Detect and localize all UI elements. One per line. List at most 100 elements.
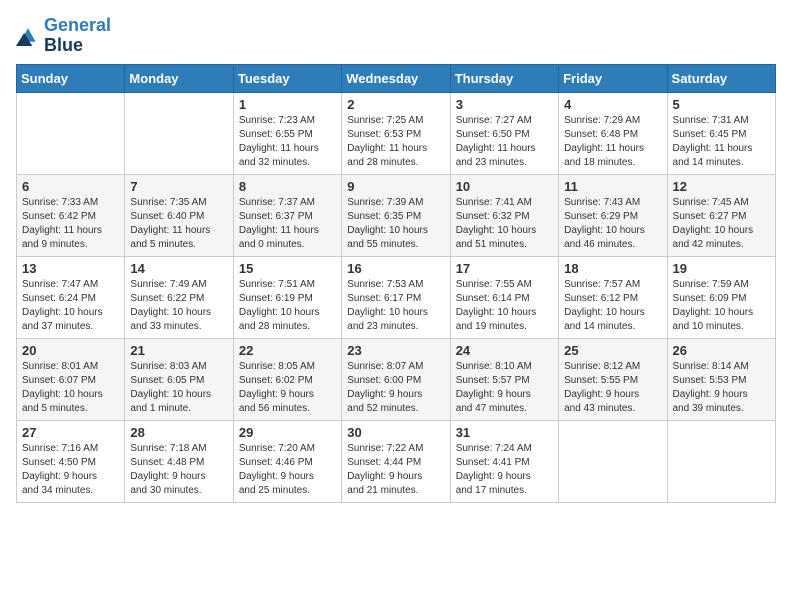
calendar-cell (667, 420, 775, 502)
calendar-cell: 30 Sunrise: 7:22 AM Sunset: 4:44 PM Dayli… (342, 420, 450, 502)
day-detail: Sunrise: 7:33 AM Sunset: 6:42 PM Dayligh… (22, 196, 119, 252)
calendar-cell: 15Sunrise: 7:51 AM Sunset: 6:19 PM Dayli… (233, 256, 341, 338)
calendar-cell: 8 Sunrise: 7:37 AM Sunset: 6:37 PM Daylig… (233, 174, 341, 256)
day-number: 31 (456, 425, 553, 440)
day-number: 16 (347, 261, 444, 276)
column-header-sunday: Sunday (17, 64, 125, 92)
day-detail: Sunrise: 7:16 AM Sunset: 4:50 PM Dayligh… (22, 442, 119, 498)
day-detail: Sunrise: 7:20 AM Sunset: 4:46 PM Dayligh… (239, 442, 336, 498)
day-number: 19 (673, 261, 770, 276)
calendar-cell: 2 Sunrise: 7:25 AM Sunset: 6:53 PM Daylig… (342, 92, 450, 174)
calendar-cell: 28 Sunrise: 7:18 AM Sunset: 4:48 PM Dayli… (125, 420, 233, 502)
calendar-cell: 12Sunrise: 7:45 AM Sunset: 6:27 PM Dayli… (667, 174, 775, 256)
day-detail: Sunrise: 7:37 AM Sunset: 6:37 PM Dayligh… (239, 196, 336, 252)
calendar-cell: 14 Sunrise: 7:49 AM Sunset: 6:22 PM Dayli… (125, 256, 233, 338)
calendar-cell: 5 Sunrise: 7:31 AM Sunset: 6:45 PM Daylig… (667, 92, 775, 174)
day-detail: Sunrise: 7:47 AM Sunset: 6:24 PM Dayligh… (22, 278, 119, 334)
day-detail: Sunrise: 8:03 AM Sunset: 6:05 PM Dayligh… (130, 360, 227, 416)
calendar-cell: 9Sunrise: 7:39 AM Sunset: 6:35 PM Daylig… (342, 174, 450, 256)
day-number: 6 (22, 179, 119, 194)
calendar-header-row: SundayMondayTuesdayWednesdayThursdayFrid… (17, 64, 776, 92)
day-number: 7 (130, 179, 227, 194)
day-detail: Sunrise: 8:12 AM Sunset: 5:55 PM Dayligh… (564, 360, 661, 416)
day-number: 29 (239, 425, 336, 440)
day-detail: Sunrise: 7:39 AM Sunset: 6:35 PM Dayligh… (347, 196, 444, 252)
calendar-week-row: 20Sunrise: 8:01 AM Sunset: 6:07 PM Dayli… (17, 338, 776, 420)
day-detail: Sunrise: 7:25 AM Sunset: 6:53 PM Dayligh… (347, 114, 444, 170)
day-detail: Sunrise: 8:10 AM Sunset: 5:57 PM Dayligh… (456, 360, 553, 416)
day-number: 5 (673, 97, 770, 112)
calendar-cell: 31 Sunrise: 7:24 AM Sunset: 4:41 PM Dayli… (450, 420, 558, 502)
calendar-week-row: 1 Sunrise: 7:23 AM Sunset: 6:55 PM Daylig… (17, 92, 776, 174)
day-number: 11 (564, 179, 661, 194)
day-detail: Sunrise: 7:57 AM Sunset: 6:12 PM Dayligh… (564, 278, 661, 334)
day-detail: Sunrise: 7:31 AM Sunset: 6:45 PM Dayligh… (673, 114, 770, 170)
day-number: 22 (239, 343, 336, 358)
calendar-week-row: 27 Sunrise: 7:16 AM Sunset: 4:50 PM Dayli… (17, 420, 776, 502)
calendar-cell: 7 Sunrise: 7:35 AM Sunset: 6:40 PM Daylig… (125, 174, 233, 256)
page-header: General Blue (16, 16, 776, 56)
logo-icon (16, 26, 40, 46)
calendar-cell (125, 92, 233, 174)
day-detail: Sunrise: 7:49 AM Sunset: 6:22 PM Dayligh… (130, 278, 227, 334)
day-number: 15 (239, 261, 336, 276)
calendar-week-row: 6 Sunrise: 7:33 AM Sunset: 6:42 PM Daylig… (17, 174, 776, 256)
day-number: 21 (130, 343, 227, 358)
column-header-monday: Monday (125, 64, 233, 92)
calendar-cell: 25 Sunrise: 8:12 AM Sunset: 5:55 PM Dayli… (559, 338, 667, 420)
column-header-wednesday: Wednesday (342, 64, 450, 92)
day-number: 2 (347, 97, 444, 112)
column-header-saturday: Saturday (667, 64, 775, 92)
day-number: 3 (456, 97, 553, 112)
day-detail: Sunrise: 7:24 AM Sunset: 4:41 PM Dayligh… (456, 442, 553, 498)
column-header-thursday: Thursday (450, 64, 558, 92)
logo: General Blue (16, 16, 111, 56)
day-number: 17 (456, 261, 553, 276)
calendar-table: SundayMondayTuesdayWednesdayThursdayFrid… (16, 64, 776, 503)
day-detail: Sunrise: 7:18 AM Sunset: 4:48 PM Dayligh… (130, 442, 227, 498)
day-number: 27 (22, 425, 119, 440)
day-detail: Sunrise: 7:29 AM Sunset: 6:48 PM Dayligh… (564, 114, 661, 170)
day-detail: Sunrise: 7:22 AM Sunset: 4:44 PM Dayligh… (347, 442, 444, 498)
calendar-cell: 6 Sunrise: 7:33 AM Sunset: 6:42 PM Daylig… (17, 174, 125, 256)
day-detail: Sunrise: 7:41 AM Sunset: 6:32 PM Dayligh… (456, 196, 553, 252)
day-number: 28 (130, 425, 227, 440)
day-number: 1 (239, 97, 336, 112)
day-detail: Sunrise: 8:14 AM Sunset: 5:53 PM Dayligh… (673, 360, 770, 416)
calendar-cell (17, 92, 125, 174)
day-number: 18 (564, 261, 661, 276)
day-number: 13 (22, 261, 119, 276)
day-detail: Sunrise: 7:23 AM Sunset: 6:55 PM Dayligh… (239, 114, 336, 170)
calendar-cell: 27 Sunrise: 7:16 AM Sunset: 4:50 PM Dayli… (17, 420, 125, 502)
day-number: 14 (130, 261, 227, 276)
calendar-week-row: 13 Sunrise: 7:47 AM Sunset: 6:24 PM Dayli… (17, 256, 776, 338)
day-detail: Sunrise: 8:05 AM Sunset: 6:02 PM Dayligh… (239, 360, 336, 416)
column-header-tuesday: Tuesday (233, 64, 341, 92)
day-number: 24 (456, 343, 553, 358)
calendar-cell: 19 Sunrise: 7:59 AM Sunset: 6:09 PM Dayli… (667, 256, 775, 338)
column-header-friday: Friday (559, 64, 667, 92)
calendar-cell: 11 Sunrise: 7:43 AM Sunset: 6:29 PM Dayli… (559, 174, 667, 256)
day-number: 4 (564, 97, 661, 112)
day-detail: Sunrise: 7:59 AM Sunset: 6:09 PM Dayligh… (673, 278, 770, 334)
calendar-cell: 21 Sunrise: 8:03 AM Sunset: 6:05 PM Dayli… (125, 338, 233, 420)
day-detail: Sunrise: 7:43 AM Sunset: 6:29 PM Dayligh… (564, 196, 661, 252)
calendar-cell: 10 Sunrise: 7:41 AM Sunset: 6:32 PM Dayli… (450, 174, 558, 256)
day-detail: Sunrise: 7:45 AM Sunset: 6:27 PM Dayligh… (673, 196, 770, 252)
day-number: 23 (347, 343, 444, 358)
day-number: 26 (673, 343, 770, 358)
calendar-cell: 3 Sunrise: 7:27 AM Sunset: 6:50 PM Daylig… (450, 92, 558, 174)
day-number: 30 (347, 425, 444, 440)
logo-text: General Blue (44, 16, 111, 56)
calendar-cell: 13 Sunrise: 7:47 AM Sunset: 6:24 PM Dayli… (17, 256, 125, 338)
day-number: 25 (564, 343, 661, 358)
day-detail: Sunrise: 7:55 AM Sunset: 6:14 PM Dayligh… (456, 278, 553, 334)
day-detail: Sunrise: 7:27 AM Sunset: 6:50 PM Dayligh… (456, 114, 553, 170)
day-detail: Sunrise: 8:07 AM Sunset: 6:00 PM Dayligh… (347, 360, 444, 416)
calendar-cell: 1 Sunrise: 7:23 AM Sunset: 6:55 PM Daylig… (233, 92, 341, 174)
calendar-cell: 16Sunrise: 7:53 AM Sunset: 6:17 PM Dayli… (342, 256, 450, 338)
day-number: 10 (456, 179, 553, 194)
calendar-cell: 18 Sunrise: 7:57 AM Sunset: 6:12 PM Dayli… (559, 256, 667, 338)
day-number: 8 (239, 179, 336, 194)
day-detail: Sunrise: 7:35 AM Sunset: 6:40 PM Dayligh… (130, 196, 227, 252)
